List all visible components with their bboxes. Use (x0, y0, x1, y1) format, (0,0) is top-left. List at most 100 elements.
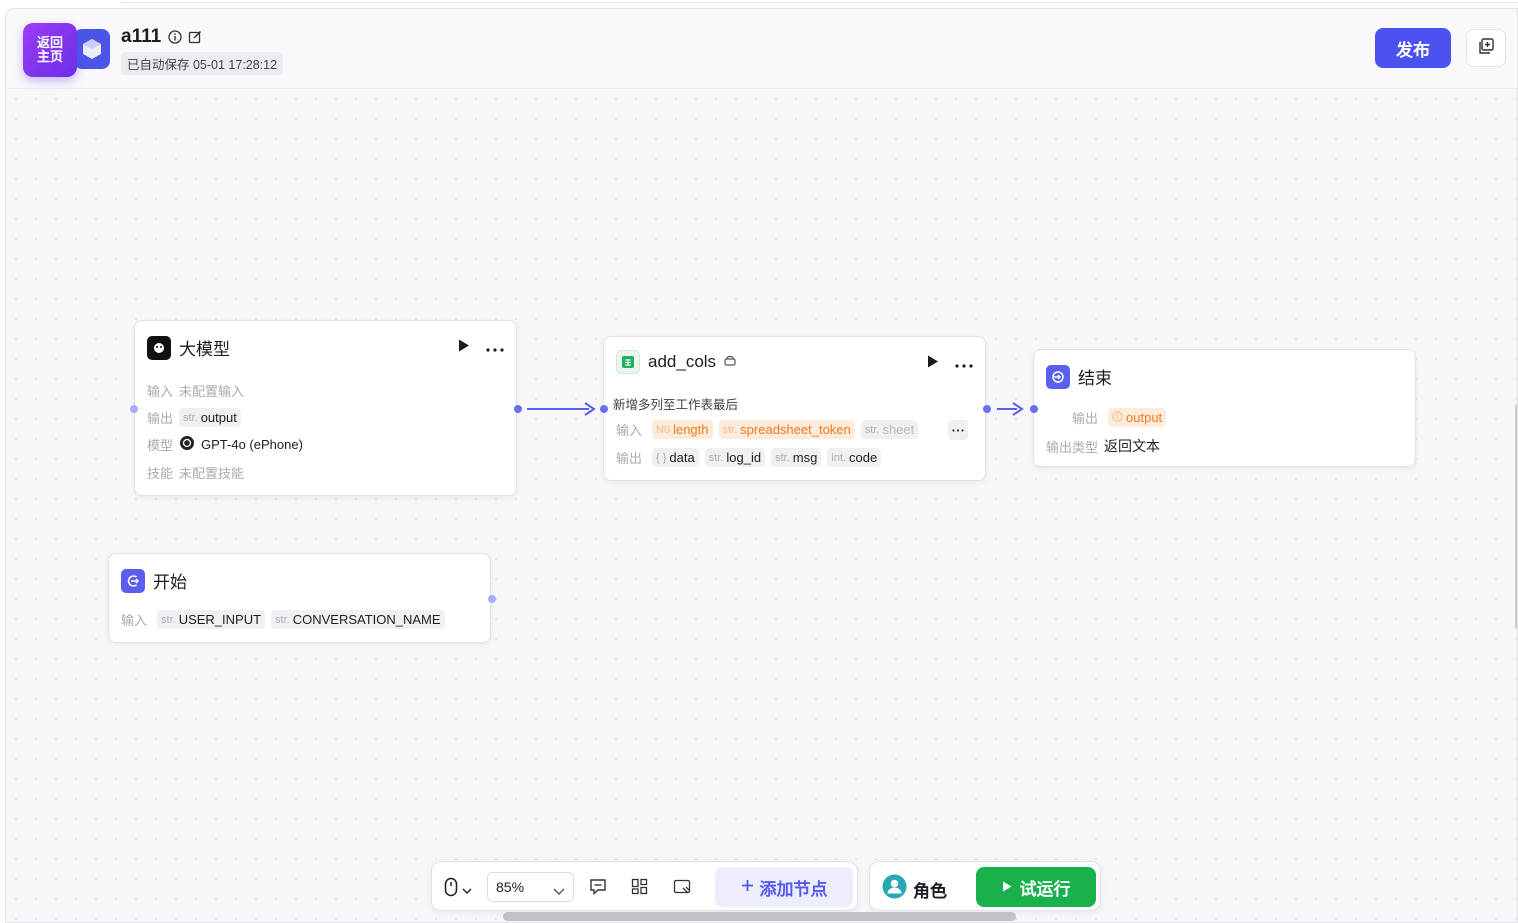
plus-icon (741, 877, 754, 897)
add-cols-output-label: 输出 (616, 451, 643, 466)
test-run-button[interactable]: 试运行 (976, 867, 1096, 907)
llm-icon (147, 335, 171, 360)
node-llm-header: 大模型 (147, 335, 230, 360)
add-cols-description: 新增多列至工作表最后 (613, 398, 739, 412)
comment-icon[interactable] (589, 878, 607, 900)
llm-output-tag: str. output (179, 408, 241, 427)
add-cols-output-row: 输出 { } data str. log_id str. msg int. code (616, 448, 882, 467)
run-toolbar: 角色 试运行 (869, 861, 1101, 911)
end-output-type-value: 返回文本 (1104, 438, 1161, 454)
node-end[interactable]: 结束 输出 output 输出类型 返回文本 (1033, 349, 1416, 467)
node-start[interactable]: 开始 输入 str. USER_INPUT str. CONVERSATION_NA… (108, 553, 491, 643)
test-run-label: 试运行 (1019, 879, 1071, 899)
llm-model-row: 模型 GPT-4o (ePhone) (147, 435, 303, 454)
end-output-type-row: 输出类型 返回文本 (1046, 436, 1160, 456)
play-icon[interactable] (458, 339, 470, 357)
mouse-mode-button[interactable] (444, 877, 472, 902)
start-input-label: 输入 (121, 613, 148, 628)
edit-icon[interactable] (188, 30, 202, 49)
start-icon (121, 568, 145, 593)
top-border (120, 0, 1518, 3)
add-cols-input-row: 输入 N0 length str. spreadsheet_token str. sh… (616, 420, 919, 439)
plugin-icon (724, 353, 736, 371)
chevron-down-icon (462, 881, 472, 899)
role-button[interactable]: 角色 (882, 874, 947, 904)
autosave-status: 已自动保存 05-01 17:28:12 (121, 52, 284, 75)
node-llm[interactable]: 大模型 输入 未配置输入 输出 str. output 模型 GPT-4o (eP… (134, 320, 517, 496)
llm-output-port[interactable] (514, 405, 522, 413)
input-tag-user-input: str. USER_INPUT (157, 610, 266, 629)
llm-skill-label: 技能 (147, 466, 174, 481)
more-icon[interactable] (486, 339, 504, 357)
start-input-row: 输入 str. USER_INPUT str. CONVERSATION_NAME (121, 610, 445, 629)
node-add-cols-title: add_cols (648, 352, 717, 371)
add-cols-input-port[interactable] (600, 405, 608, 413)
editor-header: a111 已自动保存 05-01 17:28:12 发布 (6, 9, 1517, 89)
play-icon (1002, 877, 1012, 897)
node-end-header: 结束 (1046, 364, 1112, 389)
back-home-button[interactable]: 返回 主页 (23, 23, 77, 77)
end-icon (1046, 364, 1070, 389)
node-start-title: 开始 (153, 573, 187, 592)
arrow-icon (1012, 402, 1024, 421)
input-tag-length: N0 length (652, 420, 713, 439)
zoom-select[interactable]: 85% (487, 872, 574, 902)
chevron-down-icon (553, 882, 565, 898)
horizontal-scrollbar[interactable] (503, 912, 1016, 921)
title-icons (168, 30, 202, 49)
duplicate-icon (1477, 37, 1495, 60)
llm-output-row: 输出 str. output (147, 408, 241, 427)
canvas-toolbar: 85% 添加节点 (431, 861, 858, 911)
node-start-header: 开始 (121, 568, 187, 593)
layout-icon[interactable] (631, 878, 648, 900)
info-icon[interactable] (168, 30, 182, 49)
end-input-port[interactable] (1030, 405, 1038, 413)
play-icon[interactable] (927, 355, 939, 373)
end-output-tag: output (1108, 408, 1167, 427)
input-tag-conversation-name: str. CONVERSATION_NAME (271, 610, 445, 629)
app-title: a111 (121, 26, 162, 47)
more-inputs-button[interactable] (948, 420, 968, 440)
input-tag-sheet: str. sheet (860, 420, 919, 439)
llm-skill-value: 未配置技能 (179, 466, 245, 481)
publish-button[interactable]: 发布 (1375, 28, 1451, 68)
minimap-icon[interactable] (673, 879, 692, 900)
end-output-label: 输出 (1072, 411, 1099, 426)
end-output-row: 输出 output (1072, 408, 1167, 427)
workflow-editor: a111 已自动保存 05-01 17:28:12 发布 大模型 输入 未配置输… (5, 8, 1518, 923)
edge-llm-addcols (527, 408, 589, 410)
llm-input-row: 输入 未配置输入 (147, 381, 244, 400)
node-end-title: 结束 (1078, 369, 1112, 388)
sheet-icon (616, 350, 640, 374)
node-add-cols[interactable]: add_cols 新增多列至工作表最后 输入 N0 length str. spre… (603, 336, 986, 481)
role-label: 角色 (913, 881, 947, 901)
duplicate-button[interactable] (1466, 29, 1506, 67)
openai-icon (179, 435, 195, 454)
zoom-value: 85% (496, 879, 525, 895)
mouse-icon (444, 877, 458, 902)
add-cols-output-port[interactable] (983, 405, 991, 413)
arrow-icon (584, 402, 596, 421)
output-tag-data: { } data (652, 448, 699, 467)
llm-input-port[interactable] (130, 405, 138, 413)
node-llm-title: 大模型 (179, 340, 230, 359)
add-node-label: 添加节点 (759, 879, 828, 899)
llm-input-value: 未配置输入 (179, 384, 245, 399)
input-tag-spreadsheet-token: str. spreadsheet_token (718, 420, 855, 439)
output-tag-msg: str. msg (771, 448, 822, 467)
output-tag-log-id: str. log_id (704, 448, 766, 467)
node-add-cols-header: add_cols (616, 350, 736, 374)
end-output-type-label: 输出类型 (1046, 439, 1099, 455)
add-node-button[interactable]: 添加节点 (715, 867, 853, 907)
warning-icon (1112, 410, 1123, 425)
llm-input-label: 输入 (147, 384, 174, 399)
output-tag-code: int. code (827, 448, 882, 467)
app-icon (74, 29, 110, 69)
start-output-port[interactable] (488, 595, 496, 603)
add-cols-input-label: 输入 (616, 423, 643, 438)
llm-output-label: 输出 (147, 411, 174, 426)
node-llm-actions (458, 339, 504, 357)
llm-skill-row: 技能 未配置技能 (147, 463, 244, 482)
more-icon[interactable] (955, 355, 973, 373)
llm-model-value: GPT-4o (ePhone) (201, 437, 303, 452)
